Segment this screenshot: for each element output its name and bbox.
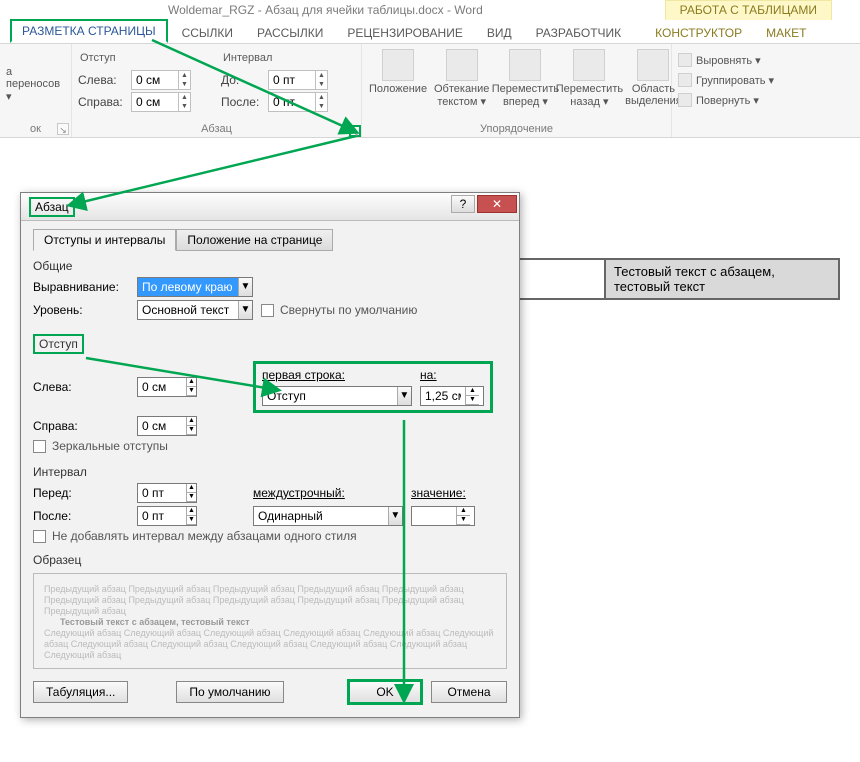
alignment-label: Выравнивание: [33,280,119,294]
collapsed-checkbox[interactable]: Свернуты по умолчанию [261,303,417,317]
level-label: Уровень: [33,303,83,317]
group-title-paragraph: Абзац [78,121,355,135]
contextual-group-title: РАБОТА С ТАБЛИЦАМИ [665,0,832,20]
window-title: Woldemar_RGZ - Абзац для ячейки таблицы.… [168,3,483,17]
tab-review[interactable]: РЕЦЕНЗИРОВАНИЕ [337,23,472,43]
dlg-left-spinner[interactable]: ▲▼ [137,377,197,397]
dialog-titlebar[interactable]: Абзац ? ✕ [21,193,519,221]
indent-header: Отступ [78,52,218,64]
group-obj-button[interactable]: Группировать ▾ [678,70,774,90]
rotate-button[interactable]: Повернуть ▾ [678,90,774,110]
ribbon-tabs: РАЗМЕТКА СТРАНИЦЫ ССЫЛКИ РАССЫЛКИ РЕЦЕНЗ… [0,22,860,44]
section-preview: Образец [33,553,507,567]
indent-left-label: Слева: [78,73,128,87]
group-arrange-small: Выровнять ▾ Группировать ▾ Повернуть ▾ [672,44,780,137]
section-spacing: Интервал [33,465,507,479]
section-indent: Отступ [33,334,84,354]
alignment-select[interactable]: ▼ [137,277,253,297]
group-page-setup-partial: а переносов ▾ ок ↘ [0,44,72,137]
dialog-close-button[interactable]: ✕ [477,195,517,213]
ruler[interactable] [280,138,860,154]
dlg-before-label: Перед: [33,486,72,500]
tabs-button[interactable]: Табуляция... [33,681,128,703]
dlg-tab-indent[interactable]: Отступы и интервалы [33,229,176,251]
first-line-label: первая строка: [262,368,412,382]
ok-button[interactable]: OK [347,679,423,705]
dlg-tab-position[interactable]: Положение на странице [176,229,333,251]
hyphenation-button[interactable]: а переносов ▾ [6,47,65,103]
indent-left-spinner[interactable]: ▲▼ [131,70,191,90]
spacing-before-spinner[interactable]: ▲▼ [268,70,328,90]
value-spinner[interactable]: ▲▼ [411,506,475,526]
default-button[interactable]: По умолчанию [176,681,283,703]
dlg-right-spinner[interactable]: ▲▼ [137,416,197,436]
first-line-select[interactable]: ▼ [262,386,412,406]
line-spacing-label: междустрочный: [253,486,403,500]
tab-references[interactable]: ССЫЛКИ [172,23,243,43]
indent-right-label: Справа: [78,95,128,109]
line-spacing-select[interactable]: ▼ [253,506,403,526]
dlg-left-label: Слева: [33,380,72,394]
dlg-before-spinner[interactable]: ▲▼ [137,483,197,503]
mirror-indents-checkbox[interactable]: Зеркальные отступы [33,439,168,453]
group-paragraph: Отступ Интервал Слева: ▲▼ До: ▲▼ Справа:… [72,44,362,137]
dlg-after-label: После: [33,509,71,523]
ribbon: а переносов ▾ ок ↘ Отступ Интервал Слева… [0,44,860,138]
first-line-group: первая строка: ▼ на: ▲▼ [253,361,493,413]
dialog-help-button[interactable]: ? [451,195,475,213]
spacing-after-label: После: [221,95,265,109]
page-setup-launcher[interactable]: ↘ [57,123,69,135]
spacing-before-label: До: [221,73,265,87]
dlg-right-label: Справа: [33,419,78,433]
preview-box: Предыдущий абзац Предыдущий абзац Предыд… [33,573,507,669]
spacing-after-spinner[interactable]: ▲▼ [268,92,328,112]
table-cell-2[interactable]: Тестовый текст с абзацем, тестовый текст [605,259,839,299]
tab-table-design[interactable]: КОНСТРУКТОР [645,23,752,43]
section-general: Общие [33,259,507,273]
group-arrange-big: Положение Обтекание текстом ▾ Переместит… [362,44,672,137]
dialog-tabs: Отступы и интервалы Положение на страниц… [33,229,507,251]
spacing-header: Интервал [221,52,361,64]
by-label: на: [420,368,484,382]
by-spinner[interactable]: ▲▼ [420,386,484,406]
cancel-button[interactable]: Отмена [431,681,507,703]
paragraph-dialog: Абзац ? ✕ Отступы и интервалы Положение … [20,192,520,718]
align-button[interactable]: Выровнять ▾ [678,50,774,70]
no-add-space-checkbox[interactable]: Не добавлять интервал между абзацами одн… [33,529,357,543]
paragraph-launcher[interactable]: ↘ [349,125,361,137]
tab-page-layout[interactable]: РАЗМЕТКА СТРАНИЦЫ [10,19,168,43]
dialog-title: Абзац [29,197,75,217]
tab-view[interactable]: ВИД [477,23,522,43]
level-select[interactable]: ▼ [137,300,253,320]
tab-developer[interactable]: РАЗРАБОТЧИК [526,23,632,43]
group-title-arrange: Упорядочение [362,121,671,135]
dlg-after-spinner[interactable]: ▲▼ [137,506,197,526]
tab-table-layout[interactable]: МАКЕТ [756,23,816,43]
indent-right-spinner[interactable]: ▲▼ [131,92,191,112]
value-label: значение: [411,486,475,500]
tab-mailings[interactable]: РАССЫЛКИ [247,23,333,43]
